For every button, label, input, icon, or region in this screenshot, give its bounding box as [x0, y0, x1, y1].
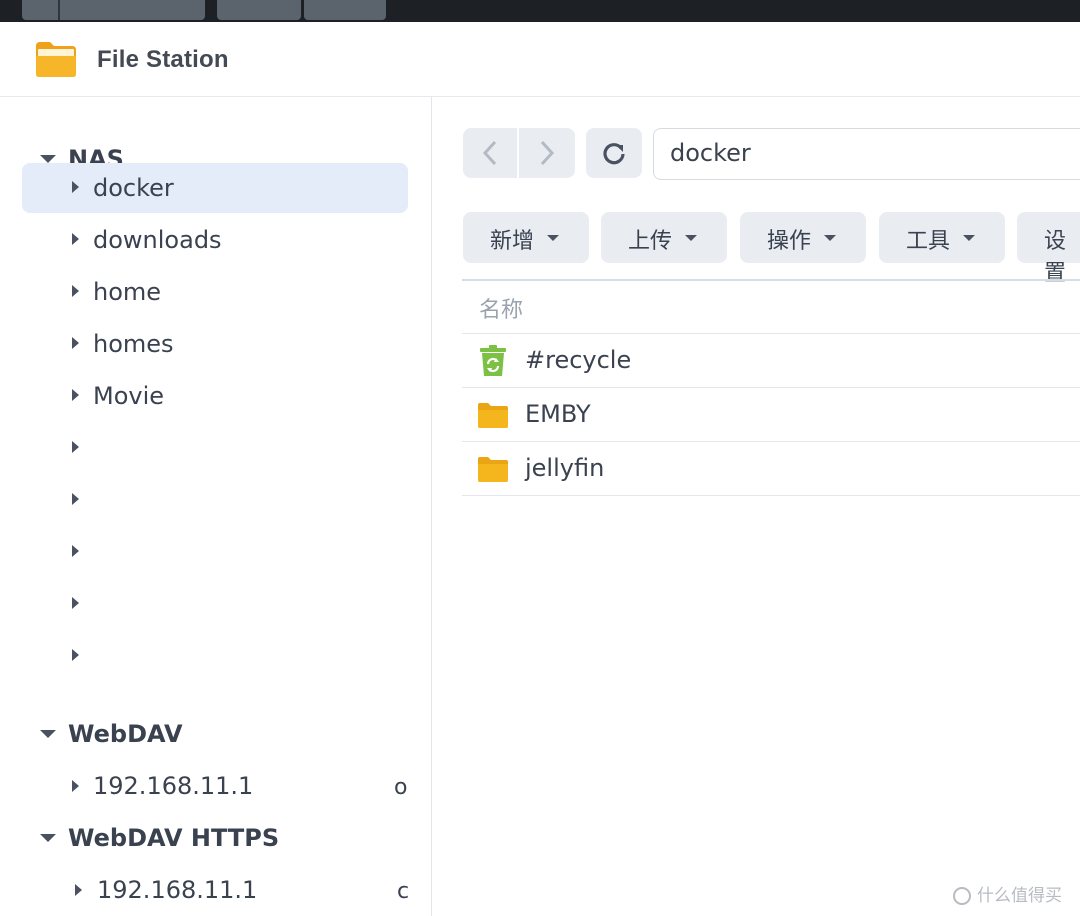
tree-item-label: home	[93, 278, 162, 306]
file-row[interactable]: jellyfin	[462, 443, 1080, 495]
settings-button[interactable]: 设置	[1017, 212, 1080, 286]
tree-item-redacted[interactable]	[22, 631, 408, 681]
tree-item-trail: o	[394, 775, 408, 800]
app-title: File Station	[97, 46, 229, 73]
title-bar: File Station	[0, 22, 1080, 97]
tree-item-label: downloads	[93, 226, 222, 254]
tools-button-label: 工具	[906, 229, 951, 254]
watermark-logo-icon	[953, 887, 971, 905]
tools-button[interactable]: 工具	[879, 212, 1005, 263]
chevron-down-icon	[547, 235, 559, 241]
file-station-window: File Station NAS docker downloads home h…	[0, 22, 1080, 916]
file-row[interactable]: EMBY	[462, 389, 1080, 441]
tree-item-movie[interactable]: Movie	[22, 371, 408, 421]
file-row[interactable]: #recycle	[462, 335, 1080, 387]
back-button[interactable]	[463, 128, 517, 178]
tree-item-webdav-https-host[interactable]: 192.168.11.1 c	[22, 866, 410, 916]
chevron-down-icon	[685, 235, 697, 241]
column-header-name[interactable]: 名称	[479, 292, 523, 324]
path-bar[interactable]	[653, 128, 1080, 180]
taskbar-file-station-button[interactable]	[304, 0, 386, 20]
tree-item-label: docker	[93, 174, 174, 202]
file-name: jellyfin	[525, 454, 605, 482]
upload-button[interactable]: 上传	[601, 212, 727, 263]
tree-item-redacted[interactable]	[22, 475, 408, 525]
tree-item-homes[interactable]: homes	[22, 319, 408, 369]
folder-icon	[478, 457, 508, 482]
collapse-caret-icon[interactable]	[40, 730, 56, 738]
file-list-panel: 新增 上传 操作 工具 设置 名称	[432, 97, 1080, 916]
collapse-caret-icon[interactable]	[40, 155, 56, 163]
upload-button-label: 上传	[628, 229, 673, 254]
watermark-text: 什么值得买	[977, 886, 1062, 906]
file-name: #recycle	[525, 346, 632, 374]
tree-item-redacted[interactable]	[22, 579, 408, 629]
action-button-label: 操作	[767, 229, 812, 254]
expand-caret-icon[interactable]	[72, 181, 79, 193]
chevron-down-icon	[963, 235, 975, 241]
recycle-bin-icon	[480, 345, 506, 376]
tree-item-label: 192.168.11.1	[97, 876, 258, 904]
expand-caret-icon[interactable]	[72, 233, 79, 245]
tree-item-label: 192.168.11.1	[93, 772, 254, 800]
row-divider	[462, 333, 1080, 334]
forward-button[interactable]	[519, 128, 575, 178]
tree-item-trail: c	[397, 879, 410, 904]
taskbar-app-button[interactable]	[217, 0, 301, 20]
file-station-app-icon	[36, 42, 76, 77]
chevron-right-icon	[540, 140, 555, 166]
tree-item-docker[interactable]: docker	[22, 163, 408, 213]
path-input[interactable]	[670, 139, 1070, 167]
watermark: 什么值得买	[953, 881, 1062, 906]
tree-item-redacted[interactable]	[22, 423, 408, 473]
taskbar	[0, 0, 1080, 22]
expand-caret-icon[interactable]	[72, 780, 79, 792]
taskbar-main-menu-button[interactable]	[22, 0, 205, 20]
expand-caret-icon[interactable]	[72, 441, 79, 453]
expand-caret-icon[interactable]	[72, 389, 79, 401]
refresh-button[interactable]	[586, 128, 642, 178]
list-header-divider	[462, 279, 1080, 281]
expand-caret-icon[interactable]	[72, 597, 79, 609]
expand-caret-icon[interactable]	[72, 545, 79, 557]
file-name: EMBY	[525, 400, 591, 428]
tree-item-downloads[interactable]: downloads	[22, 215, 408, 265]
chevron-down-icon	[824, 235, 836, 241]
folder-tree-sidebar: NAS docker downloads home homes Movie We…	[0, 97, 432, 916]
tree-item-webdav-host[interactable]: 192.168.11.1 o	[22, 762, 408, 812]
action-button[interactable]: 操作	[740, 212, 866, 263]
new-button[interactable]: 新增	[463, 212, 589, 263]
refresh-icon	[603, 143, 625, 165]
expand-caret-icon[interactable]	[72, 337, 79, 349]
expand-caret-icon[interactable]	[75, 884, 82, 896]
collapse-caret-icon[interactable]	[40, 834, 56, 842]
expand-caret-icon[interactable]	[72, 493, 79, 505]
expand-caret-icon[interactable]	[72, 649, 79, 661]
tree-item-redacted[interactable]	[22, 527, 408, 577]
settings-button-label: 设置	[1044, 229, 1067, 286]
row-divider	[462, 387, 1080, 388]
expand-caret-icon[interactable]	[72, 285, 79, 297]
new-button-label: 新增	[490, 229, 535, 254]
tree-item-label: Movie	[93, 382, 165, 410]
chevron-left-icon	[482, 140, 497, 166]
tree-item-label: homes	[93, 330, 174, 358]
row-divider	[462, 495, 1080, 496]
row-divider	[462, 441, 1080, 442]
tree-group-webdav-https[interactable]: WebDAV HTTPS	[68, 824, 279, 852]
tree-group-webdav[interactable]: WebDAV	[68, 720, 183, 748]
folder-icon	[478, 403, 508, 428]
tree-item-home[interactable]: home	[22, 267, 408, 317]
